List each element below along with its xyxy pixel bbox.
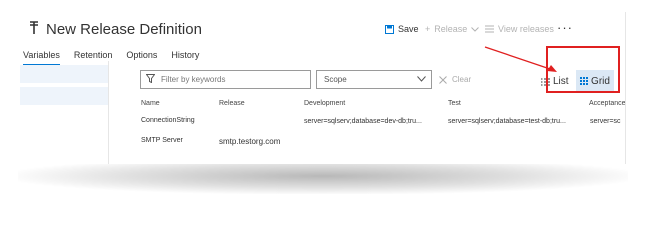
annotation-arrow (484, 46, 557, 72)
